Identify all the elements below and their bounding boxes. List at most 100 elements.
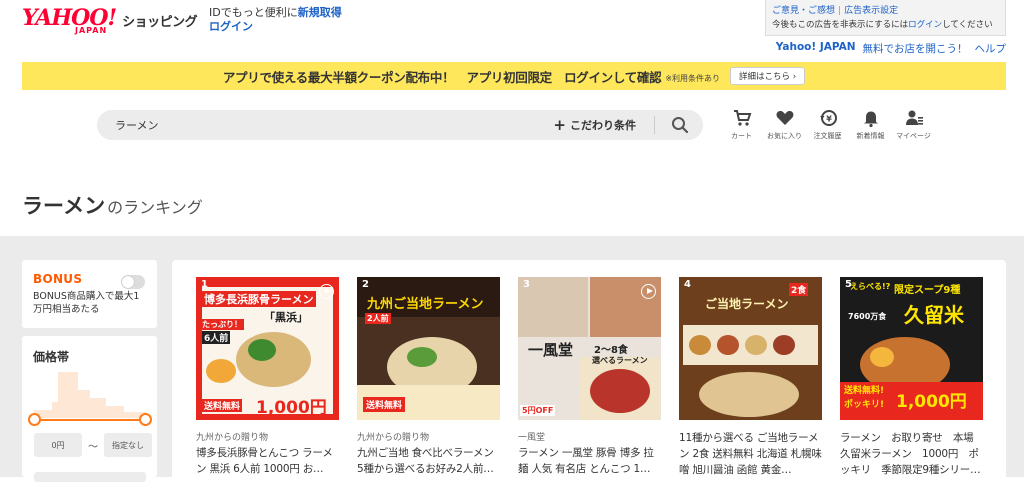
logo-shopping: ショッピング [122, 15, 198, 30]
price-slider-min-handle[interactable] [28, 413, 41, 426]
image-caption: 九州ご当地ラーメン [367, 297, 484, 312]
ad-settings-link[interactable]: 広告表示設定 [844, 6, 898, 16]
product-image[interactable]: 5 えらべる!? 限定スープ9種 7600万食 久留米 送料無料! ポッキリ! … [840, 277, 983, 420]
price-histogram [34, 372, 146, 418]
price-slider-track[interactable] [34, 419, 146, 421]
price-range-title: 価格帯 [33, 350, 70, 364]
coupon-badge: 5円OFF [520, 405, 556, 416]
product-image[interactable]: 3 一風堂 2〜8食 選べるラーメン 5円OFF [518, 277, 661, 420]
product-title[interactable]: ラーメン お取り寄せ 本場久留米ラーメン 1000円 ポッキリ 季節限定9種シリ… [840, 430, 983, 478]
image-caption: 一風堂 [528, 341, 574, 359]
filter-label: こだわり条件 [570, 119, 636, 132]
product-image[interactable]: 4 ご当地ラーメン 2食 [679, 277, 822, 420]
product-store[interactable]: 一風堂 [518, 430, 661, 443]
image-caption: 7600万食 [848, 312, 887, 321]
bonus-filter: BONUS BONUS商品購入で最大1万円相当あたる [22, 260, 157, 328]
image-caption: 送料無料 [363, 397, 406, 412]
price-separator: 〜 [88, 441, 98, 453]
separator: | [838, 6, 842, 16]
hide-ad-text: 今後もこの広告を非表示にするには [772, 20, 909, 30]
nav-mypage[interactable]: マイページ [892, 108, 935, 141]
image-caption: 限定スープ9種 [894, 285, 961, 296]
yahoo-japan-link[interactable]: Yahoo! JAPAN [776, 41, 856, 56]
ad-info-box: ご意見・ご感想 | 広告表示設定 今後もこの広告を非表示にするにはログインしてくださ… [765, 0, 1006, 36]
hide-ad-login-link[interactable]: ログイン [908, 20, 942, 30]
page-title: ラーメン のランキング [22, 190, 203, 220]
product-card[interactable]: 2 九州ご当地ラーメン 2人前 送料無料 九州からの贈り物 九州ご当地 食べ比べ… [357, 277, 500, 477]
login-link[interactable]: ログイン [209, 20, 253, 33]
product-rank: 3 [523, 279, 530, 290]
price-max-input[interactable]: 指定なし [104, 433, 152, 457]
product-rank: 1 [201, 279, 208, 290]
bell-icon [863, 111, 878, 128]
header-nav: カート お気に入り ¥ 注文履歴 新着情報 マイページ [720, 108, 935, 141]
open-shop-link[interactable]: 無料でお店を開こう！ [863, 41, 968, 56]
search-bar[interactable]: ラーメン + こだわり条件 [97, 110, 703, 140]
bonus-toggle[interactable] [121, 275, 145, 289]
nav-news-label: 新着情報 [856, 132, 885, 140]
page-title-keyword: ラーメン [22, 194, 106, 218]
image-caption: 2食 [789, 283, 809, 296]
price-slider-max-handle[interactable] [139, 413, 152, 426]
heart-icon [776, 110, 793, 125]
image-caption: 博多長浜豚骨ラーメン [202, 291, 316, 307]
nav-orders[interactable]: ¥ 注文履歴 [806, 108, 849, 141]
logo-japan: JAPAN [75, 26, 108, 35]
banner-note: ※利用条件あり [665, 73, 721, 83]
image-caption: たっぷり！ [200, 319, 244, 330]
image-caption: 久留米 [904, 303, 964, 327]
coupon-banner[interactable]: アプリで使える最大半額クーポン配布中！ アプリ初回限定 ログインして確認 ※利用… [22, 62, 1006, 90]
image-caption: 6人前 [202, 331, 231, 344]
filter-conditions-button[interactable]: + こだわり条件 [553, 116, 655, 134]
search-icon[interactable] [671, 116, 689, 134]
order-history-icon: ¥ [819, 110, 837, 126]
nav-cart[interactable]: カート [720, 108, 763, 141]
image-caption: 2〜8食 [594, 345, 628, 356]
svg-text:¥: ¥ [826, 115, 832, 124]
feedback-link[interactable]: ご意見・ご感想 [772, 6, 835, 16]
play-icon[interactable] [319, 284, 334, 299]
id-promo-text: IDでもっと便利に [209, 6, 298, 19]
image-caption: えらべる!? [850, 282, 891, 291]
product-store[interactable]: 九州からの贈り物 [357, 430, 500, 443]
play-icon[interactable] [641, 284, 656, 299]
image-caption: 選べるラーメン [592, 356, 648, 365]
product-title[interactable]: 博多長浜豚骨とんこつ ラーメン 黒浜 6人前 1000円 お… [196, 445, 339, 477]
product-rank: 2 [362, 279, 369, 290]
nav-favorites[interactable]: お気に入り [763, 108, 806, 141]
yahoo-shopping-logo[interactable]: YAHOO! JAPAN ショッピング [22, 5, 198, 38]
banner-details-button[interactable]: 詳細はこちら › [730, 67, 806, 85]
product-card[interactable]: 1 博多長浜豚骨ラーメン 「黒浜」 たっぷり！ 6人前 送料無料 1,000円 … [196, 277, 339, 477]
search-input[interactable]: ラーメン [115, 117, 553, 133]
image-caption: ポッキリ! [844, 400, 885, 410]
logo-yahoo: YAHOO! [22, 5, 117, 31]
price-min-input[interactable]: 0円 [34, 433, 82, 457]
price-next-section [34, 472, 146, 482]
product-title[interactable]: ラーメン 一風堂 豚骨 博多 拉麺 人気 有名店 とんこつ 1… [518, 445, 661, 477]
product-image[interactable]: 2 九州ご当地ラーメン 2人前 送料無料 [357, 277, 500, 420]
nav-mypage-label: マイページ [896, 132, 931, 140]
plus-icon: + [553, 116, 566, 134]
image-caption: 1,000円 [256, 398, 327, 418]
price-range-filter: 価格帯 0円 〜 指定なし [22, 336, 157, 482]
product-card[interactable]: 5 えらべる!? 限定スープ9種 7600万食 久留米 送料無料! ポッキリ! … [840, 277, 983, 478]
nav-orders-label: 注文履歴 [813, 132, 842, 140]
product-rank: 4 [684, 279, 691, 290]
product-image[interactable]: 1 博多長浜豚骨ラーメン 「黒浜」 たっぷり！ 6人前 送料無料 1,000円 [196, 277, 339, 420]
nav-news[interactable]: 新着情報 [849, 108, 892, 141]
product-card[interactable]: 4 ご当地ラーメン 2食 11種から選べる ご当地ラーメン 2食 送料無料 北海… [679, 277, 822, 478]
product-card[interactable]: 3 一風堂 2〜8食 選べるラーメン 5円OFF 一風堂 ラーメン 一風堂 豚骨… [518, 277, 661, 477]
image-caption: 「黒浜」 [264, 311, 308, 324]
product-rank: 5 [845, 279, 852, 290]
top-links: Yahoo! JAPAN 無料でお店を開こう！ ヘルプ [776, 41, 1006, 56]
product-title[interactable]: 11種から選べる ご当地ラーメン 2食 送料無料 北海道 札幌味噌 旭川醤油 函… [679, 430, 822, 478]
cart-icon [733, 110, 751, 126]
product-store[interactable]: 九州からの贈り物 [196, 430, 339, 443]
help-link[interactable]: ヘルプ [975, 41, 1007, 56]
ranking-list: 1 博多長浜豚骨ラーメン 「黒浜」 たっぷり！ 6人前 送料無料 1,000円 … [172, 260, 1006, 490]
image-caption: 送料無料! [844, 386, 885, 396]
bonus-description: BONUS商品購入で最大1万円相当あたる [33, 291, 140, 315]
image-caption: 1,000円 [896, 392, 967, 412]
register-link[interactable]: 新規取得 [298, 6, 342, 19]
product-title[interactable]: 九州ご当地 食べ比べラーメン 5種から選べるお好み2人前… [357, 445, 500, 477]
